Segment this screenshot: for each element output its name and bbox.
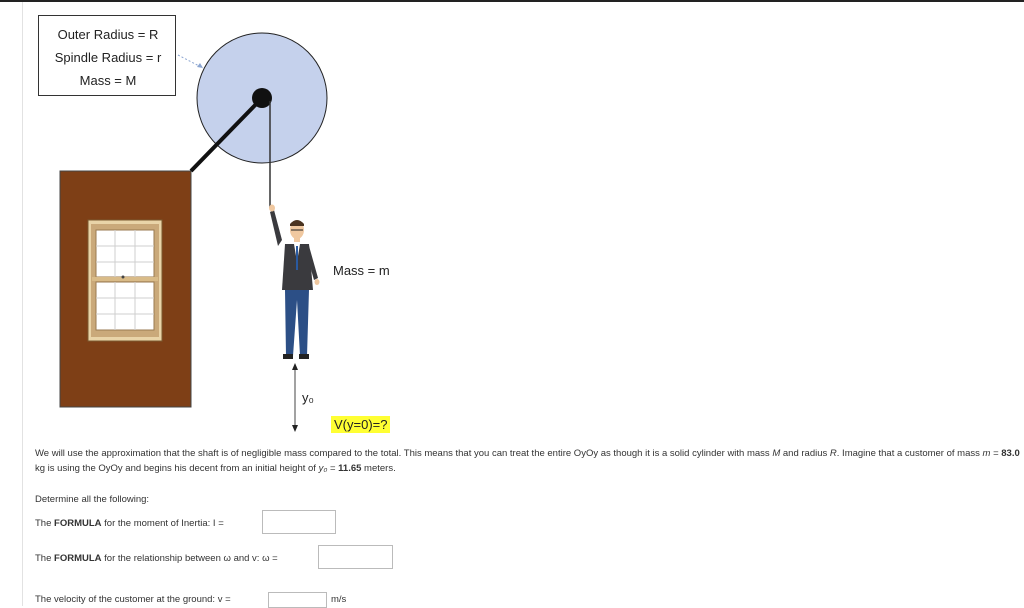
window [87, 219, 163, 342]
inertia-answer-input[interactable] [262, 510, 336, 534]
relation-question: The FORMULA for the relationship between… [35, 553, 278, 564]
height-value: 11.65 [338, 463, 362, 474]
velocity-unit: m/s [331, 594, 347, 605]
height-arrow-top [292, 363, 298, 370]
mass-value: 83.0 [1001, 448, 1020, 459]
height-label: y₀ [302, 390, 314, 405]
height-arrow-bottom [292, 425, 298, 432]
velocity-question: The velocity of the customer at the grou… [35, 594, 231, 605]
problem-statement: We will use the approximation that the s… [35, 448, 1020, 474]
spindle [252, 88, 272, 108]
spindle-radius-label: Spindle Radius = r [54, 50, 162, 65]
velocity-label: V(y=0)=? [331, 416, 391, 433]
pulley-mass-label: Mass = M [79, 73, 137, 88]
person-figure [269, 204, 320, 359]
determine-heading: Determine all the following: [35, 494, 150, 505]
person-mass-label: Mass = m [333, 263, 390, 278]
inertia-question: The FORMULA for the moment of Inertia: I… [35, 518, 224, 529]
info-box: Outer Radius = R Spindle Radius = r Mass… [38, 15, 176, 96]
relation-answer-input[interactable] [318, 545, 393, 569]
outer-radius-label: Outer Radius = R [57, 27, 159, 42]
leader-arrowhead [197, 63, 203, 68]
